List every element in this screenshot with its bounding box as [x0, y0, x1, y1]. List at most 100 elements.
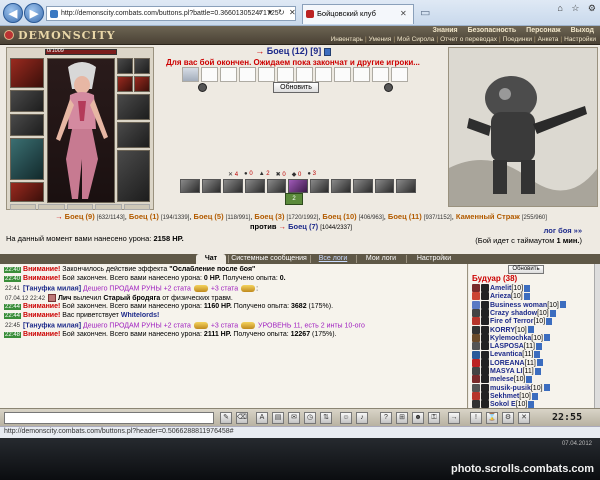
shield-slot[interactable] [117, 122, 150, 148]
tab-my-logs[interactable]: Мои логи [358, 254, 404, 264]
room-user-name[interactable]: Kylemochka [490, 335, 531, 342]
scroll-icon[interactable]: ⇅ [320, 412, 332, 424]
info-icon[interactable] [534, 351, 541, 359]
room-user-name[interactable]: Sekhmet [490, 393, 519, 400]
weapon-right-slot[interactable] [117, 94, 150, 120]
amulet-slot[interactable] [10, 90, 44, 112]
clan-icon[interactable] [481, 342, 489, 351]
enemy-name[interactable]: Боец [288, 222, 307, 231]
room-user-name[interactable]: Amelit [490, 285, 511, 292]
room-user-name[interactable]: musik-pusik [490, 385, 531, 392]
quest-icon[interactable]: ? [380, 412, 392, 424]
timestamp[interactable]: 22:48 [4, 332, 22, 338]
send-icon[interactable]: ✎ [220, 412, 232, 424]
menu-security[interactable]: Безопасность [468, 27, 517, 34]
effect-slot[interactable] [309, 179, 330, 193]
effect-slot[interactable] [396, 179, 417, 193]
sound-icon[interactable]: ♪ [356, 412, 368, 424]
info-icon[interactable] [524, 284, 531, 292]
clan-icon[interactable] [481, 284, 489, 293]
action-slot[interactable] [182, 67, 199, 82]
info-icon[interactable] [536, 342, 542, 350]
effect-slot[interactable] [353, 179, 373, 193]
effect-slot[interactable] [331, 179, 352, 193]
timestamp[interactable]: 07.04.12 22:42 [4, 296, 46, 302]
team-member-name[interactable]: Боец [322, 212, 341, 221]
clan-icon[interactable] [481, 367, 489, 376]
chat-nick[interactable]: [Тануфка милая] [23, 285, 81, 292]
room-user-name[interactable]: Business woman [490, 302, 547, 309]
chat-nick[interactable]: [Тануфка милая] [23, 322, 81, 329]
team-member-name[interactable]: Боец [388, 212, 407, 221]
clan-icon[interactable] [481, 317, 489, 326]
action-slot[interactable] [296, 67, 313, 82]
battle-log-link[interactable]: лог боя »» [544, 226, 582, 235]
friends-icon[interactable]: ☻ [412, 412, 424, 424]
filter-icon[interactable]: ▤ [272, 412, 284, 424]
team-member-name[interactable]: Боец [65, 212, 84, 221]
effect-slot[interactable] [180, 179, 200, 193]
action-slot[interactable] [353, 67, 370, 82]
history-icon[interactable]: ⌛ [486, 412, 498, 424]
menu-duels[interactable]: Поединки [503, 36, 532, 43]
menu-settings[interactable]: Настройки [564, 36, 596, 43]
timestamp[interactable]: 22:41 [4, 286, 21, 292]
team-member-name[interactable]: Боец [129, 212, 148, 221]
ring-slot-1[interactable] [117, 76, 133, 92]
timestamp[interactable]: 22:44 [4, 304, 22, 310]
clan-icon[interactable] [481, 300, 489, 309]
team-member-name[interactable]: Боец [254, 212, 273, 221]
clan-icon[interactable] [481, 400, 489, 408]
clear-icon[interactable]: ⌫ [236, 412, 248, 424]
browser-tab[interactable]: Бойцовский клуб [302, 4, 414, 24]
new-tab-icon[interactable]: ▭ [420, 6, 430, 19]
room-scrollbar[interactable] [594, 264, 600, 408]
smiles-icon[interactable]: ☺ [340, 412, 352, 424]
room-user-name[interactable]: Fire of Terror [490, 318, 533, 325]
menu-transfers[interactable]: Отчет о переводах [440, 36, 497, 43]
menu-inventory[interactable]: Инвентарь [331, 36, 363, 43]
info-icon[interactable] [526, 375, 533, 383]
chat-log[interactable]: 22:40 Внимание! Закончилось действие эффе… [0, 264, 468, 408]
room-refresh-button[interactable]: Обновить [508, 265, 544, 274]
close-tab-icon[interactable]: ✕ [400, 9, 407, 18]
opponent-name[interactable]: Боец [267, 46, 290, 56]
boots-slot[interactable] [117, 150, 150, 202]
clan-icon[interactable] [481, 325, 489, 334]
room-user-name[interactable]: KORRY [490, 327, 515, 334]
tab-chat[interactable]: Чат [196, 254, 226, 264]
refresh-button[interactable]: Обновить [273, 82, 319, 93]
action-slot[interactable] [334, 67, 351, 82]
tab-settings[interactable]: Настройки [408, 254, 460, 264]
forward-arrow-icon[interactable]: ▶ [24, 3, 44, 23]
clan-icon[interactable] [481, 383, 489, 392]
menu-character[interactable]: Персонаж [526, 27, 560, 34]
menu-my-sirola[interactable]: Мой Сирола [397, 36, 434, 43]
action-slot[interactable] [258, 67, 275, 82]
timestamp[interactable]: 22:45 [4, 323, 21, 329]
action-slot[interactable] [239, 67, 256, 82]
action-slot[interactable] [315, 67, 332, 82]
effect-slot[interactable] [288, 179, 308, 193]
effect-slot[interactable] [374, 179, 395, 193]
dropdown-icon[interactable]: ▾ [268, 8, 272, 17]
timestamp[interactable]: 22:40 [4, 267, 22, 273]
room-user-name[interactable]: melese [490, 376, 514, 383]
action-slot[interactable] [277, 67, 294, 82]
clock-icon[interactable]: ◷ [304, 412, 316, 424]
room-user-name[interactable]: MASYA LI [490, 368, 523, 375]
tab-system-messages[interactable]: Системные сообщения [230, 254, 308, 264]
chat-input[interactable] [4, 412, 214, 424]
exit-icon[interactable]: ✕ [518, 412, 530, 424]
timestamp[interactable]: 22:40 [4, 276, 22, 282]
menu-knowledge[interactable]: Знания [432, 27, 457, 34]
stop-icon[interactable]: ✕ [289, 8, 296, 17]
arrow-icon[interactable]: → [448, 412, 460, 424]
lock-icon[interactable]: ⚿ [428, 412, 440, 424]
armor-slot[interactable] [10, 138, 44, 180]
weapon-left-slot[interactable] [10, 114, 44, 136]
info-icon[interactable] [546, 317, 553, 325]
belt-slot[interactable] [10, 182, 44, 202]
tab-all-logs[interactable]: Все логи [312, 254, 354, 264]
search-icon[interactable]: ⌕ [258, 8, 262, 18]
